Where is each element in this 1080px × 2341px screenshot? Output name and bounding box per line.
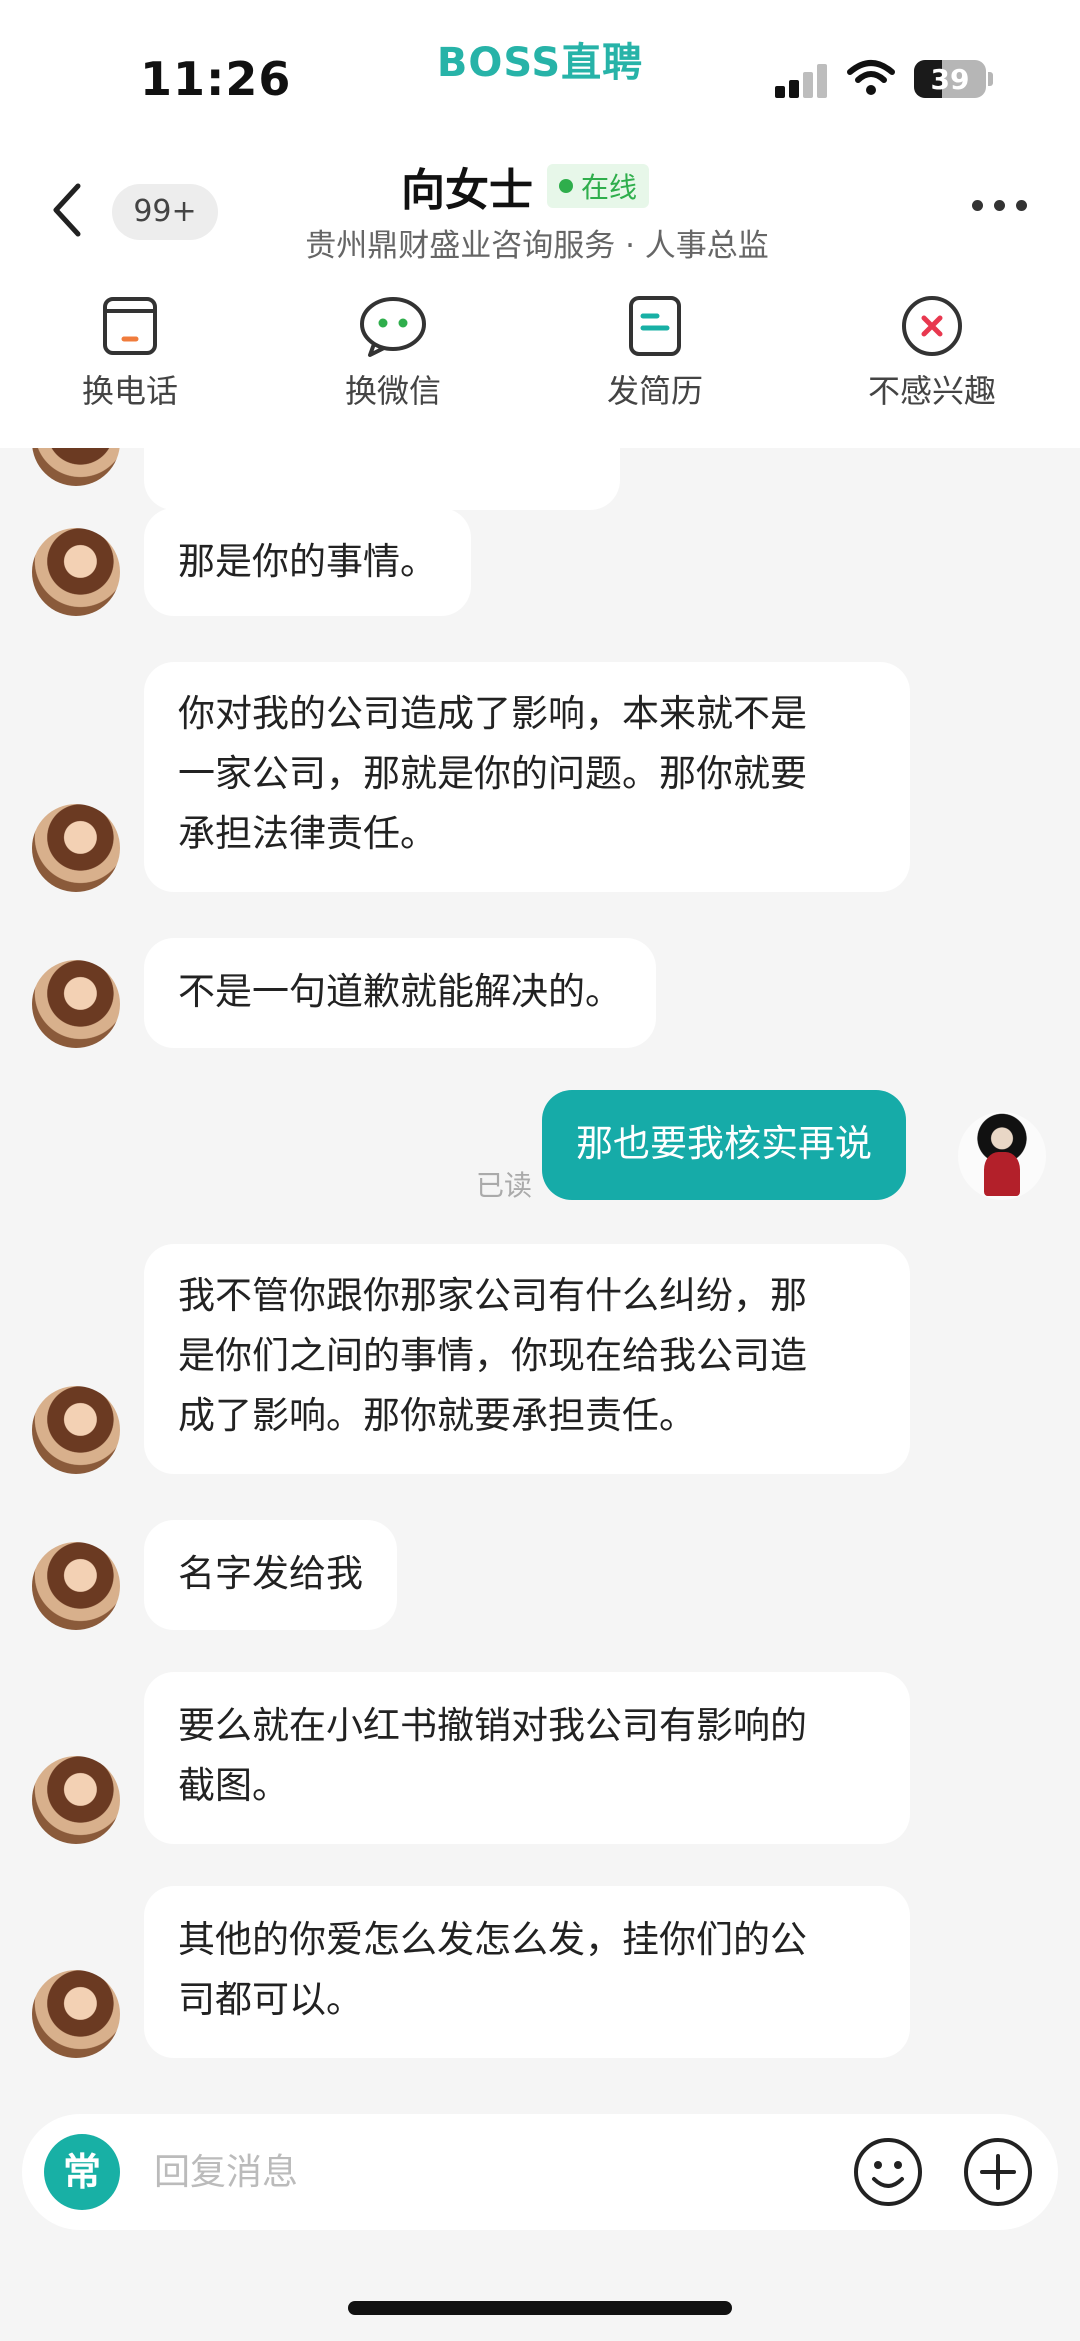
contact-avatar[interactable]	[32, 448, 120, 486]
contact-avatar[interactable]	[32, 1970, 120, 2058]
message-bubble: 我不管你跟你那家公司有什么纠纷，那 是你们之间的事情，你现在给我公司造 成了影响…	[144, 1244, 910, 1474]
contact-avatar[interactable]	[32, 804, 120, 892]
action-label: 换电话	[81, 372, 178, 410]
online-dot-icon	[558, 179, 573, 193]
wifi-icon	[847, 60, 895, 95]
emoji-icon[interactable]	[852, 2136, 924, 2208]
battery-percentage: 39	[930, 63, 970, 96]
my-avatar[interactable]	[958, 1112, 1046, 1200]
plus-icon[interactable]	[962, 2136, 1034, 2208]
message-bubble: 你对我的公司造成了影响，本来就不是 一家公司，那就是你的问题。那你就要 承担法律…	[144, 662, 910, 892]
common-phrases-button[interactable]: 常	[44, 2134, 120, 2210]
exchange-phone-button[interactable]: 换电话	[20, 290, 240, 412]
online-status-badge: 在线	[546, 164, 649, 208]
contact-name[interactable]: 向女士	[401, 154, 533, 218]
action-label: 不感兴趣	[867, 372, 996, 410]
message-bubble: 名字发给我	[144, 1520, 397, 1630]
contact-avatar[interactable]	[32, 528, 120, 616]
contact-avatar[interactable]	[32, 1756, 120, 1844]
message-input-bar: 常	[22, 2114, 1058, 2230]
contact-avatar[interactable]	[32, 1542, 120, 1630]
message-bubble: 不是一句道歉就能解决的。	[144, 938, 656, 1048]
read-receipt: 已读	[476, 1169, 533, 1202]
chat-message-list[interactable]: 那是你的事情。 你对我的公司造成了影响，本来就不是 一家公司，那就是你的问题。那…	[0, 448, 1080, 2090]
resume-icon	[629, 296, 681, 356]
status-bar: 11:26 BOSS直聘 39	[0, 0, 1080, 140]
more-options-icon[interactable]	[972, 200, 1028, 214]
action-label: 发简历	[606, 372, 703, 410]
reply-input[interactable]	[154, 2142, 714, 2202]
wechat-icon	[360, 297, 426, 357]
message-bubble: 那是你的事情。	[144, 508, 471, 616]
message-bubble: 其他的你爱怎么发怎么发，挂你们的公 司都可以。	[144, 1886, 910, 2058]
send-resume-button[interactable]: 发简历	[545, 290, 765, 412]
my-message-bubble: 那也要我核实再说	[542, 1090, 906, 1200]
cellular-signal-icon	[775, 62, 831, 98]
battery-icon: 39	[914, 60, 986, 98]
exchange-wechat-button[interactable]: 换微信	[283, 290, 503, 412]
battery-cap	[988, 72, 993, 86]
contact-avatar[interactable]	[32, 1386, 120, 1474]
phone-card-icon	[103, 297, 157, 355]
action-label: 换微信	[344, 372, 441, 410]
chat-header: 99+ 向女士 在线 贵州鼎财盛业咨询服务 · 人事总监	[0, 140, 1080, 280]
online-status-text: 在线	[580, 171, 637, 204]
close-circle-icon	[902, 296, 962, 356]
contact-avatar[interactable]	[32, 960, 120, 1048]
company-position: 贵州鼎财盛业咨询服务 · 人事总监	[305, 228, 769, 264]
home-indicator[interactable]	[348, 2301, 732, 2315]
contact-title-row: 向女士 在线	[0, 154, 1080, 218]
not-interested-button[interactable]: 不感兴趣	[822, 290, 1042, 412]
quick-actions-bar: 换电话 换微信 发简历 不感兴趣	[0, 290, 1080, 430]
message-bubble: 要么就在小红书撤销对我公司有影响的 截图。	[144, 1672, 910, 1844]
message-bubble-partial	[144, 448, 620, 510]
top-area: 11:26 BOSS直聘 39 99+ 向女士 在线 贵州鼎财盛业咨询服务 · …	[0, 0, 1080, 448]
